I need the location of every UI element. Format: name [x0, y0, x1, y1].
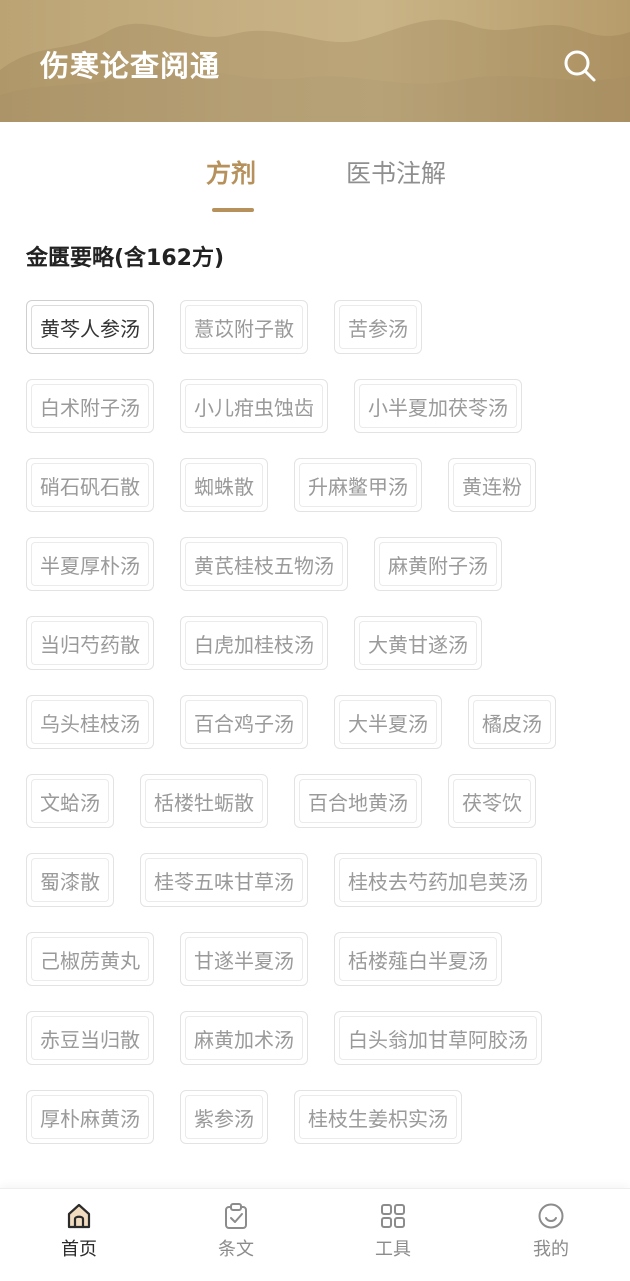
formula-chip[interactable]: 薏苡附子散 — [180, 300, 308, 354]
formula-chip[interactable]: 己椒苈黄丸 — [26, 932, 154, 986]
formula-chip[interactable]: 桂枝生姜枳实汤 — [294, 1090, 462, 1144]
formula-chip[interactable]: 蜘蛛散 — [180, 458, 268, 512]
formula-chip[interactable]: 文蛤汤 — [26, 774, 114, 828]
clipboard-check-icon — [225, 1203, 247, 1229]
formula-chip[interactable]: 橘皮汤 — [468, 695, 556, 749]
nav-home[interactable]: 首页 — [39, 1201, 119, 1271]
formula-chip[interactable]: 小半夏加茯苓汤 — [354, 379, 522, 433]
formula-row: 赤豆当归散 麻黄加术汤 白头翁加甘草阿胶汤 — [26, 1011, 616, 1065]
nav-articles[interactable]: 条文 — [196, 1201, 276, 1271]
bottom-navigation: 首页 条文 工具 我的 — [0, 1188, 630, 1281]
formula-chip[interactable]: 甘遂半夏汤 — [180, 932, 308, 986]
formula-row: 黄芩人参汤 薏苡附子散 苦参汤 — [26, 300, 616, 354]
formula-chip[interactable]: 白头翁加甘草阿胶汤 — [334, 1011, 542, 1065]
formula-chip[interactable]: 黄芩人参汤 — [26, 300, 154, 354]
nav-label-articles: 条文 — [218, 1239, 254, 1260]
nav-label-tools: 工具 — [375, 1239, 411, 1260]
formula-chip[interactable]: 大半夏汤 — [334, 695, 442, 749]
search-icon — [564, 50, 596, 82]
search-button[interactable] — [560, 44, 600, 88]
nav-label-profile: 我的 — [533, 1239, 569, 1260]
formula-chip[interactable]: 麻黄附子汤 — [374, 537, 502, 591]
section-title: 金匮要略(含162方) — [26, 246, 225, 271]
formula-row: 硝石矾石散 蜘蛛散 升麻鳖甲汤 黄连粉 — [26, 458, 616, 512]
formula-chip[interactable]: 大黄甘遂汤 — [354, 616, 482, 670]
active-tab-indicator — [212, 208, 254, 212]
formula-chip[interactable]: 黄连粉 — [448, 458, 536, 512]
nav-profile[interactable]: 我的 — [511, 1201, 591, 1271]
nav-label-home: 首页 — [61, 1239, 97, 1260]
formula-chip[interactable]: 蜀漆散 — [26, 853, 114, 907]
formula-list: 黄芩人参汤 薏苡附子散 苦参汤 白术附子汤 小儿疳虫蚀齿 小半夏加茯苓汤 硝石矾石散 蜘蛛散升… — [26, 300, 616, 1188]
grid-icon — [381, 1204, 405, 1228]
formula-chip[interactable]: 茯苓饮 — [448, 774, 536, 828]
formula-row: 当归芍药散 白虎加桂枝汤 大黄甘遂汤 — [26, 616, 616, 670]
tab-annotations[interactable]: 医书注解 — [346, 154, 446, 194]
formula-chip[interactable]: 桂苓五味甘草汤 — [140, 853, 308, 907]
formula-chip[interactable]: 乌头桂枝汤 — [26, 695, 154, 749]
formula-row: 白术附子汤 小儿疳虫蚀齿 小半夏加茯苓汤 — [26, 379, 616, 433]
formula-row: 乌头桂枝汤 百合鸡子汤 大半夏汤 橘皮汤 — [26, 695, 616, 749]
app-header: 伤寒论查阅通 — [0, 0, 630, 122]
formula-chip[interactable]: 桂枝去芍药加皂荚汤 — [334, 853, 542, 907]
formula-chip[interactable]: 麻黄加术汤 — [180, 1011, 308, 1065]
formula-chip[interactable]: 小儿疳虫蚀齿 — [180, 379, 328, 433]
tab-formulas[interactable]: 方剂 — [206, 154, 256, 194]
category-tabs: 方剂 医书注解 — [0, 122, 630, 222]
formula-chip[interactable]: 百合地黄汤 — [294, 774, 422, 828]
formula-row: 蜀漆散 桂苓五味甘草汤 桂枝去芍药加皂荚汤 — [26, 853, 616, 907]
formula-chip[interactable]: 栝楼薤白半夏汤 — [334, 932, 502, 986]
home-icon — [67, 1203, 91, 1229]
formula-chip[interactable]: 紫参汤 — [180, 1090, 268, 1144]
formula-chip[interactable]: 半夏厚朴汤 — [26, 537, 154, 591]
formula-chip[interactable]: 白术附子汤 — [26, 379, 154, 433]
smile-icon — [538, 1203, 564, 1229]
formula-chip[interactable]: 当归芍药散 — [26, 616, 154, 670]
formula-row: 厚朴麻黄汤 紫参汤 桂枝生姜枳实汤 — [26, 1090, 616, 1144]
formula-chip[interactable]: 栝楼牡蛎散 — [140, 774, 268, 828]
formula-chip[interactable]: 硝石矾石散 — [26, 458, 154, 512]
app-title: 伤寒论查阅通 — [40, 49, 221, 83]
formula-row: 己椒苈黄丸 甘遂半夏汤 栝楼薤白半夏汤 — [26, 932, 616, 986]
formula-chip[interactable]: 赤豆当归散 — [26, 1011, 154, 1065]
formula-row: 文蛤汤 栝楼牡蛎散 百合地黄汤 茯苓饮 — [26, 774, 616, 828]
formula-chip[interactable]: 百合鸡子汤 — [180, 695, 308, 749]
nav-tools[interactable]: 工具 — [353, 1201, 433, 1271]
formula-chip[interactable]: 厚朴麻黄汤 — [26, 1090, 154, 1144]
formula-chip[interactable]: 苦参汤 — [334, 300, 422, 354]
formula-chip[interactable]: 白虎加桂枝汤 — [180, 616, 328, 670]
formula-chip[interactable]: 黄芪桂枝五物汤 — [180, 537, 348, 591]
formula-row: 半夏厚朴汤 黄芪桂枝五物汤 麻黄附子汤 — [26, 537, 616, 591]
formula-chip[interactable]: 升麻鳖甲汤 — [294, 458, 422, 512]
